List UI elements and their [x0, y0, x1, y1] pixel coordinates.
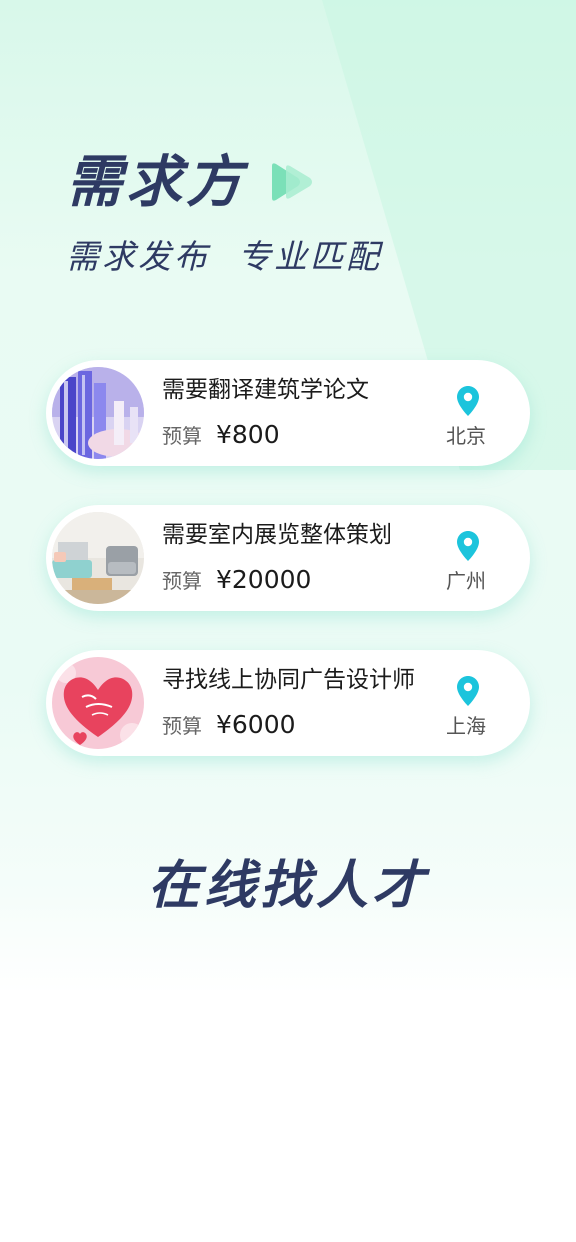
play-forward-icon	[272, 163, 312, 201]
location-pin-icon	[457, 676, 479, 706]
demand-card[interactable]: 寻找线上协同广告设计师 预算 ¥6000 上海	[46, 650, 530, 756]
budget-value: ¥6000	[216, 710, 296, 739]
budget-label: 预算	[162, 714, 202, 738]
city-label: 北京	[446, 424, 486, 448]
subtitle-publish: 需求发布	[66, 237, 210, 276]
card-title: 寻找线上协同广告设计师	[162, 667, 415, 693]
budget-label: 预算	[162, 424, 202, 448]
demand-card[interactable]: 需要翻译建筑学论文 预算 ¥800 北京	[46, 360, 530, 466]
hero-title: 需求方	[66, 150, 246, 215]
location-pin-icon	[457, 386, 479, 416]
living-room-photo	[52, 512, 144, 604]
card-title: 需要翻译建筑学论文	[162, 377, 369, 403]
valentine-heart-photo	[52, 657, 144, 749]
hero-subtitle: 需求发布 专业匹配	[66, 236, 382, 278]
budget-label: 预算	[162, 569, 202, 593]
city-label: 广州	[446, 569, 486, 593]
budget-value: ¥20000	[216, 565, 312, 594]
card-title: 需要室内展览整体策划	[162, 522, 392, 548]
budget-value: ¥800	[216, 420, 280, 449]
location-pin-icon	[457, 531, 479, 561]
demand-card[interactable]: 需要室内展览整体策划 预算 ¥20000 广州	[46, 505, 530, 611]
bottom-title: 在线找人才	[147, 856, 428, 916]
subtitle-match: 专业匹配	[238, 237, 382, 276]
city-label: 上海	[446, 714, 486, 738]
architecture-photo	[52, 367, 144, 459]
